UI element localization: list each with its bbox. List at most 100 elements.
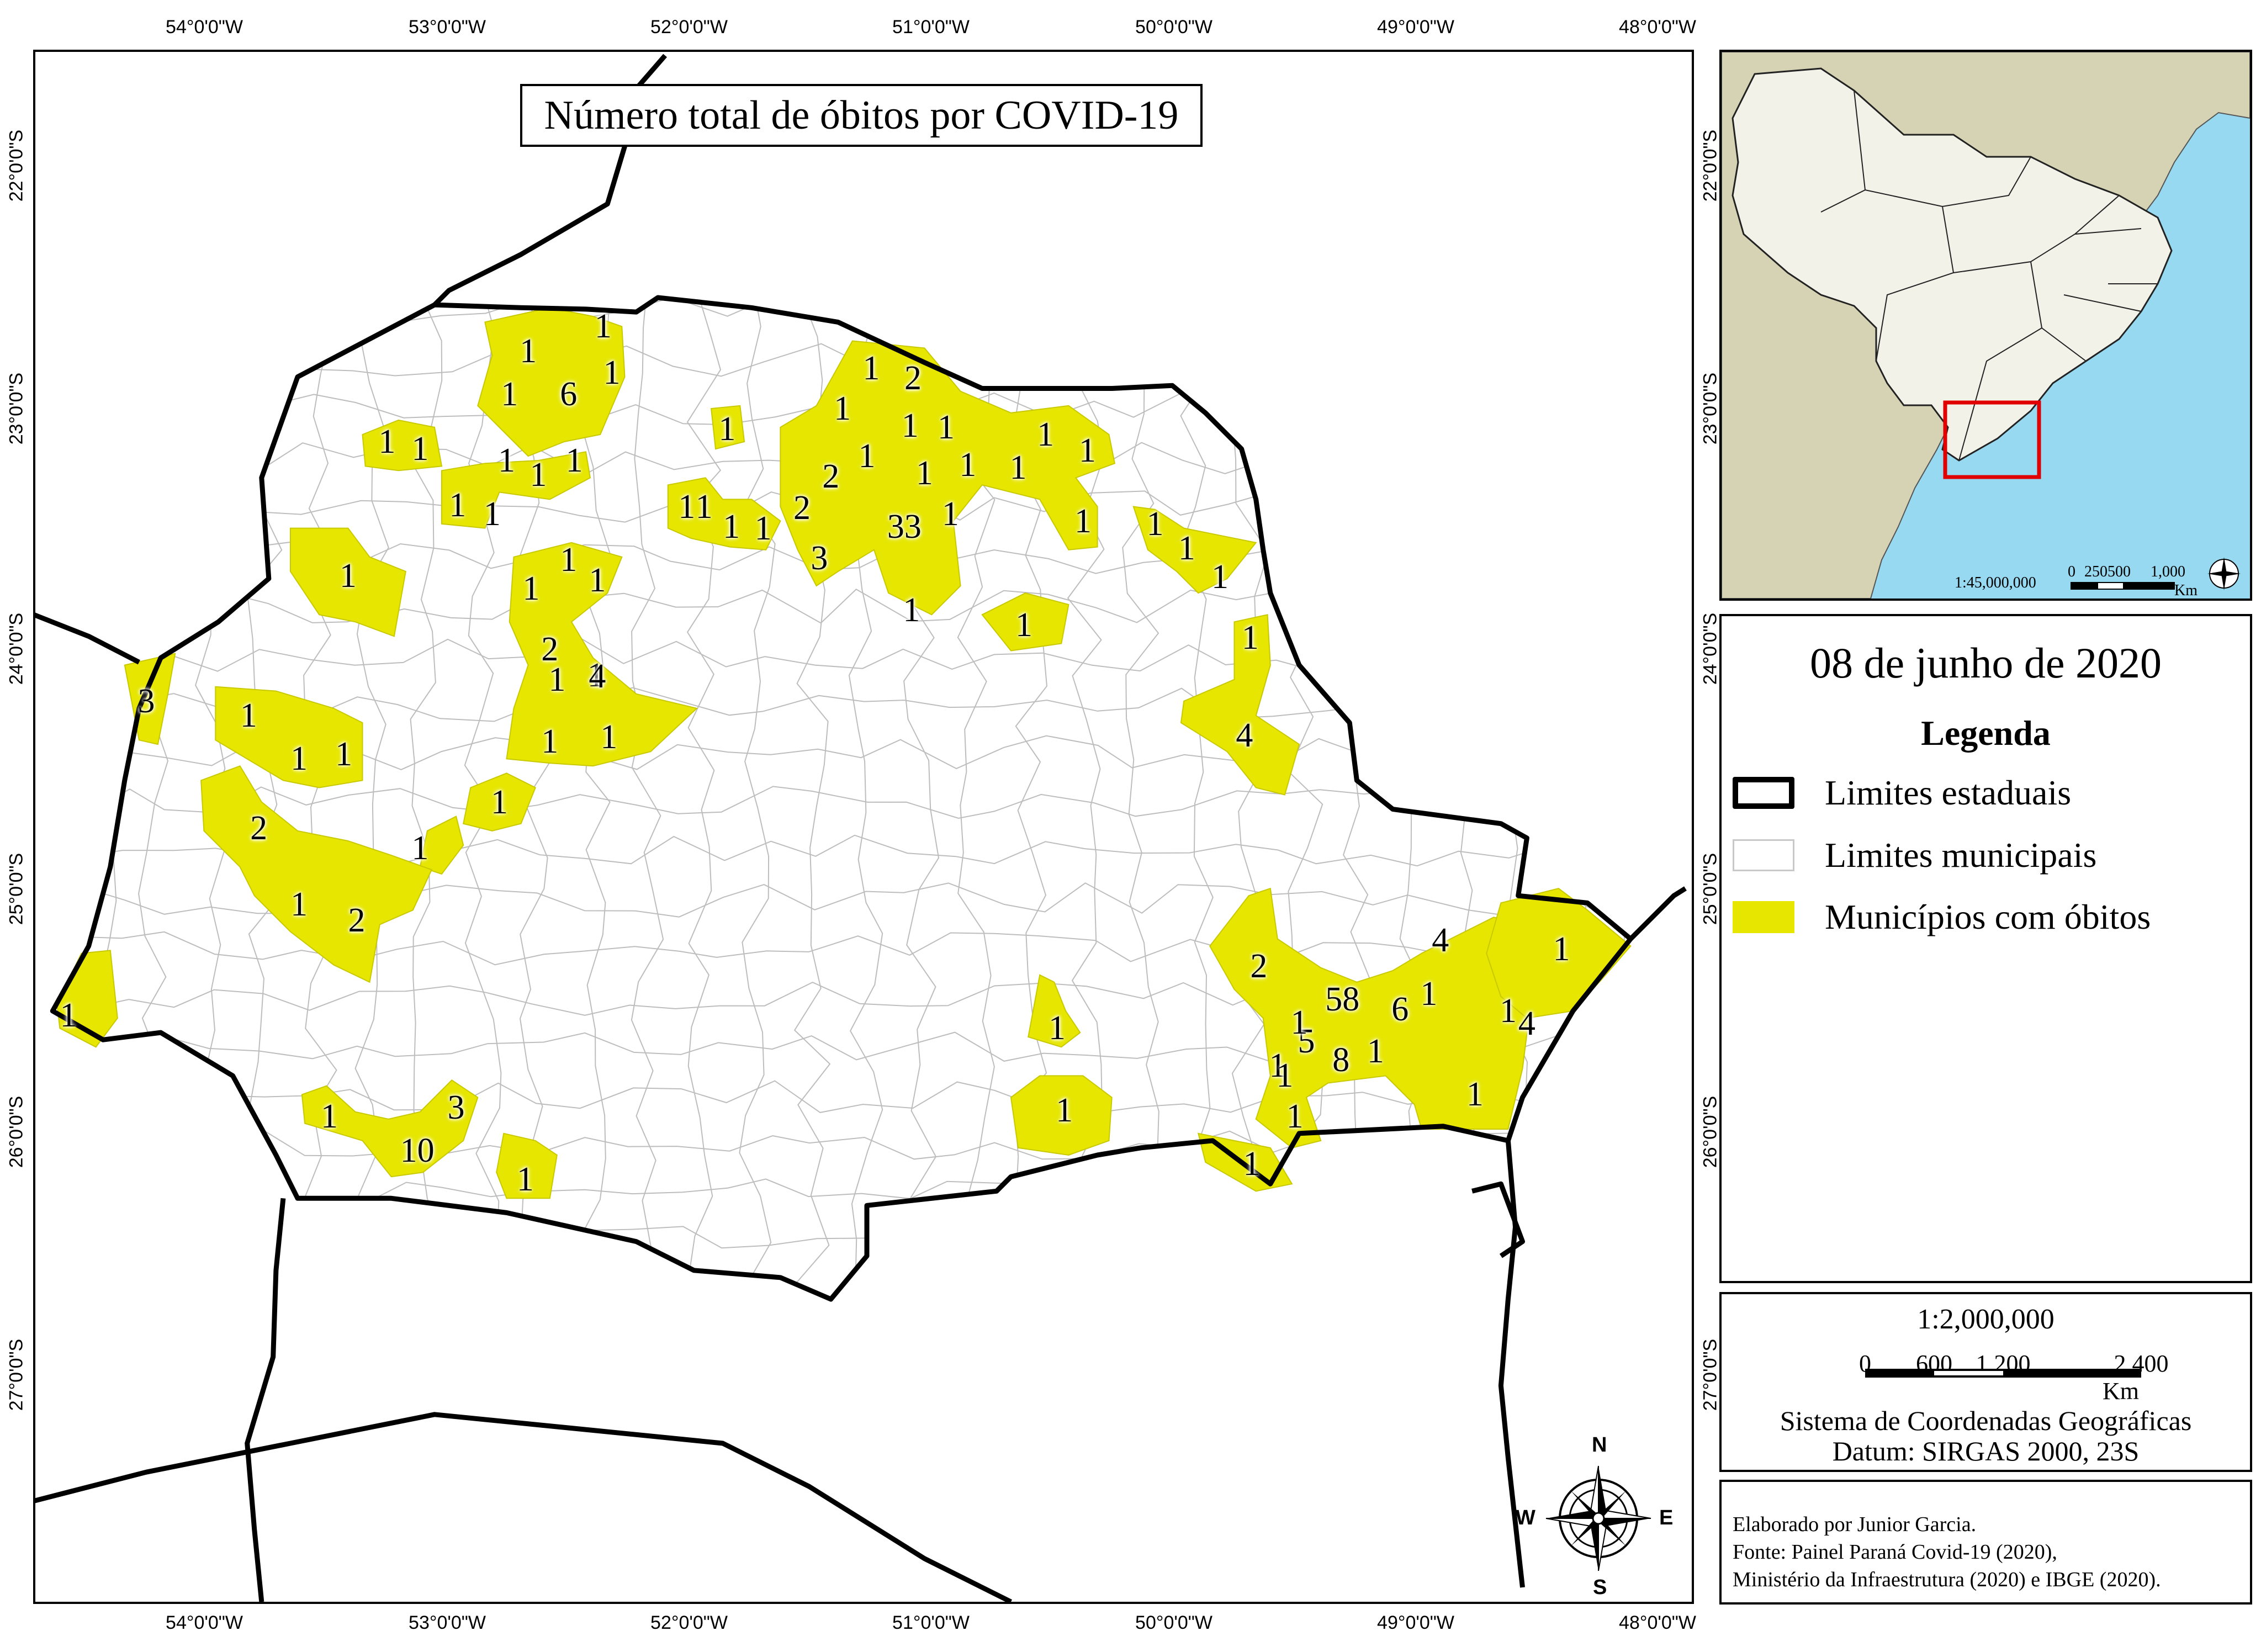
death-count-label: 1	[1078, 431, 1096, 469]
graticule-top-label: 49°0'0"W	[1377, 17, 1454, 38]
death-count-label: 1	[600, 718, 618, 756]
death-count-label: 2	[904, 359, 922, 398]
death-count-label: 4	[1432, 922, 1449, 960]
municipal-boundary	[136, 298, 171, 1291]
death-count-label: 1	[522, 570, 540, 608]
death-count-label: 1	[529, 456, 547, 494]
graticule-top-label: 52°0'0"W	[650, 17, 728, 38]
main-map[interactable]: 1 1 6 1 1 1 1 1 1 1 1 1 1 1 1 1 2 1 1 1 2 1 1 1 2 1 1 1 1 1 1 1 1 1 2 33 1 3 1…	[33, 50, 1694, 1604]
death-count-label: 1	[501, 375, 518, 413]
death-count-label: 1	[589, 561, 606, 599]
municipality-with-deaths	[362, 419, 443, 472]
municipal-boundary	[631, 298, 664, 1288]
compass-south: S	[1593, 1576, 1607, 1599]
municipal-boundary-swatch	[1733, 839, 1794, 871]
municipal-boundary	[52, 637, 1631, 673]
death-count-label: 1	[411, 829, 429, 867]
death-count-label: 8	[1332, 1041, 1350, 1079]
graticule-bottom-label: 51°0'0"W	[892, 1612, 970, 1633]
inset-scale-unit: Km	[2174, 582, 2198, 599]
death-count-label: 1	[548, 660, 566, 698]
state-boundary	[1629, 886, 1687, 941]
datum: Datum: SIRGAS 2000, 23S	[1832, 1436, 2140, 1466]
graticule-right-label: 23°0'0"S	[1699, 372, 1721, 445]
death-count-label: 1	[594, 308, 612, 346]
death-count-label: 1	[1009, 449, 1027, 487]
death-count-label: 1	[1056, 1092, 1073, 1130]
death-count-label: 4	[1236, 717, 1253, 755]
death-count-label: 1	[1553, 930, 1570, 968]
compass-west: W	[1516, 1506, 1535, 1529]
graticule-left-label: 22°0'0"S	[6, 129, 27, 202]
death-count-label: 1	[339, 557, 357, 595]
municipal-boundary	[1507, 298, 1543, 1287]
death-count-label: 1	[903, 591, 920, 629]
inset-locator-map[interactable]	[1719, 50, 2252, 601]
death-count-label: 1	[1276, 1057, 1294, 1095]
death-count-label: 1	[1466, 1076, 1484, 1114]
municipal-boundary	[52, 786, 1631, 819]
legend-item-state-boundaries: Limites estaduais	[1733, 771, 2071, 815]
death-count-label: 2	[1250, 947, 1268, 986]
inset-map-canvas	[1722, 52, 2250, 599]
scale-panel: 1:2,000,000 0 600 1,200 2,400 Km Sistema…	[1719, 1292, 2252, 1472]
death-count-label: 1	[560, 541, 578, 579]
scale-unit: Km	[2103, 1378, 2139, 1405]
municipal-boundary	[1122, 298, 1159, 1285]
scale-bar	[1865, 1369, 2141, 1378]
death-count-label: 3	[811, 539, 828, 578]
legend-label: Limites municipais	[1825, 835, 2097, 875]
death-count-label: 1	[959, 446, 977, 484]
death-count-label: 33	[887, 508, 922, 546]
death-count-label: 4	[1518, 1005, 1535, 1043]
death-count-label: 1	[411, 430, 429, 468]
graticule-left-label: 23°0'0"S	[6, 372, 27, 445]
legend-label: Municípios com óbitos	[1825, 897, 2151, 936]
death-count-label: 1	[516, 1161, 534, 1199]
inset-scale-label: 1,000	[2151, 563, 2185, 580]
death-count-label: 1	[603, 353, 621, 391]
graticule-left-label: 24°0'0"S	[6, 612, 27, 685]
death-count-label: 1	[754, 509, 772, 547]
death-count-label: 1	[240, 696, 257, 734]
legend-title: Legenda	[1921, 713, 2051, 753]
municipal-boundary	[739, 298, 776, 1280]
graticule-right-label: 22°0'0"S	[1699, 129, 1721, 202]
death-count-label: 1	[1178, 530, 1195, 568]
death-count-label: 1	[1286, 1097, 1304, 1135]
credits-source: Ministério da Infraestrutura (2020) e IB…	[1733, 1568, 2161, 1591]
graticule-bottom-label: 53°0'0"W	[409, 1612, 486, 1633]
death-count-label: 1	[1146, 505, 1164, 543]
death-count-label: 1	[490, 783, 508, 821]
graticule-bottom-label: 52°0'0"W	[650, 1612, 728, 1633]
credits-source: Fonte: Painel Paraná Covid-19 (2020),	[1733, 1540, 2057, 1564]
death-count-label: 1	[1290, 1003, 1308, 1041]
graticule-top-label: 51°0'0"W	[892, 17, 970, 38]
death-count-label: 10	[400, 1132, 435, 1170]
death-count-label: 1	[1211, 558, 1229, 596]
death-count-label: 1	[858, 437, 876, 475]
death-count-label: 1	[335, 735, 353, 774]
municipal-boundary	[52, 589, 1631, 624]
death-count-label: 1	[378, 423, 396, 461]
death-count-label: 1	[938, 408, 955, 446]
death-count-label: 1	[695, 488, 713, 526]
death-count-label: 6	[560, 375, 578, 413]
death-count-label: 1	[449, 486, 467, 524]
inset-scale-label: 0	[2068, 563, 2075, 580]
inset-scale-label: 250500	[2084, 563, 2131, 580]
death-count-label: 1	[1015, 606, 1032, 644]
graticule-left-label: 27°0'0"S	[6, 1338, 27, 1411]
death-count-label: 4	[589, 658, 606, 696]
death-count-label: 1	[483, 495, 501, 533]
legend-label: Limites estaduais	[1825, 773, 2072, 812]
graticule-top-label: 48°0'0"W	[1619, 17, 1696, 38]
municipality-with-deaths-swatch	[1733, 901, 1794, 933]
graticule-left-label: 25°0'0"S	[6, 853, 27, 925]
death-count-label: 2	[822, 457, 840, 495]
death-count-label: 1	[290, 885, 308, 923]
death-count-label: 1	[498, 441, 515, 479]
death-count-label: 1	[941, 495, 959, 533]
municipal-boundary	[1397, 298, 1433, 1293]
graticule-top-label: 50°0'0"W	[1135, 17, 1212, 38]
